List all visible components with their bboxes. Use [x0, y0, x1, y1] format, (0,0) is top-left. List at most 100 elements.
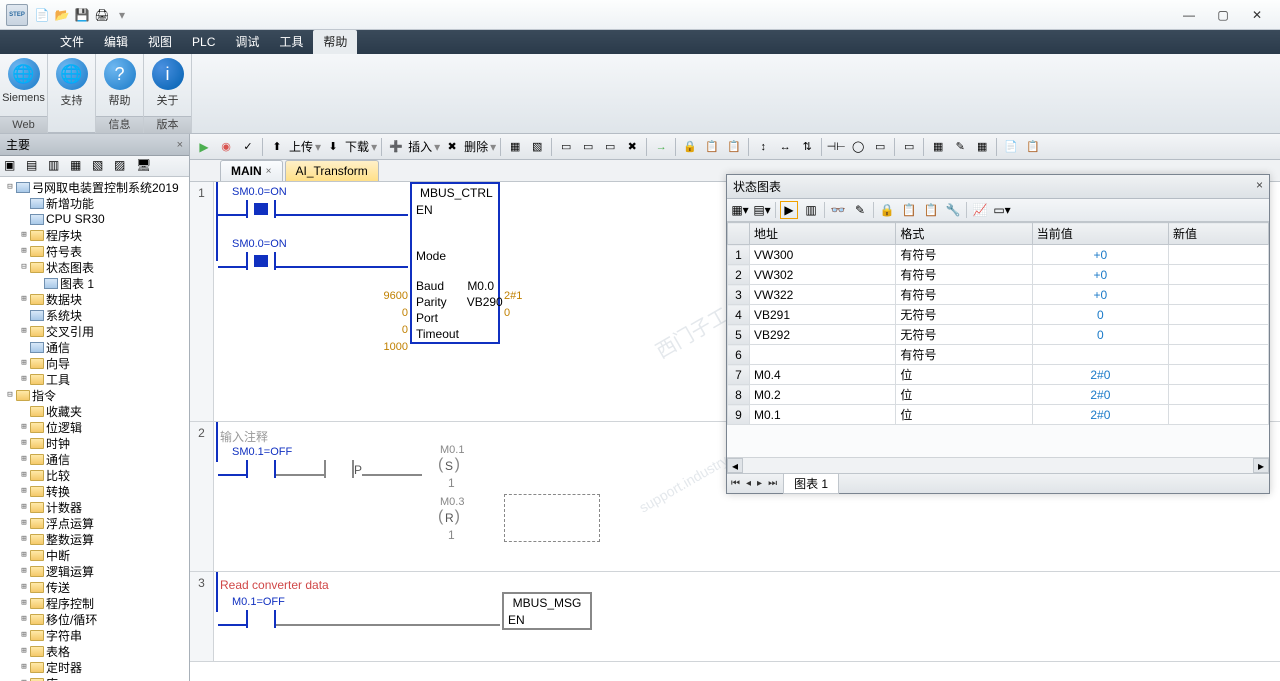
- col-format[interactable]: 格式: [896, 223, 1032, 245]
- tree-node[interactable]: ⊞整数运算: [0, 531, 189, 547]
- cell-address[interactable]: M0.4: [750, 365, 896, 385]
- cell-new[interactable]: [1169, 265, 1269, 285]
- tree-node[interactable]: ⊞传送: [0, 579, 189, 595]
- cell-new[interactable]: [1169, 385, 1269, 405]
- tree-expander-icon[interactable]: ⊞: [18, 598, 30, 608]
- tree-node[interactable]: ⊞转换: [0, 483, 189, 499]
- cell-address[interactable]: M0.1: [750, 405, 896, 425]
- cell-format[interactable]: 无符号: [896, 325, 1032, 345]
- ribbon-support[interactable]: 🌐 支持: [48, 54, 96, 133]
- table-row[interactable]: 4VB291无符号0: [728, 305, 1269, 325]
- instruction-mbus-ctrl[interactable]: MBUS_CTRL EN Mode BaudM0.0 ParityVB290 P…: [410, 182, 500, 344]
- toolbar-icon[interactable]: ▧: [527, 137, 547, 157]
- cell-format[interactable]: 位: [896, 405, 1032, 425]
- download-button[interactable]: ⬇: [323, 137, 343, 157]
- tree-node[interactable]: ⊞库: [0, 675, 189, 681]
- tree-node[interactable]: ⊞工具: [0, 371, 189, 387]
- ribbon-about[interactable]: i 关于 版本: [144, 54, 192, 133]
- tree-node[interactable]: ⊟状态图表: [0, 259, 189, 275]
- tree-expander-icon[interactable]: ·: [18, 342, 30, 352]
- delete-button[interactable]: ✖: [442, 137, 462, 157]
- save-icon[interactable]: 💾: [74, 7, 90, 23]
- tab-ai-transform[interactable]: AI_Transform: [285, 160, 379, 181]
- coil-reset[interactable]: R: [438, 510, 460, 528]
- tree-expander-icon[interactable]: ⊞: [18, 230, 30, 240]
- toolbar-icon[interactable]: ▦: [928, 137, 948, 157]
- col-new[interactable]: 新值: [1169, 223, 1269, 245]
- tree-node[interactable]: ·图表 1: [0, 275, 189, 291]
- toolbar-icon[interactable]: 📋: [900, 201, 918, 219]
- table-row[interactable]: 6有符号: [728, 345, 1269, 365]
- nav-last-icon[interactable]: ⏭: [768, 478, 777, 489]
- tree-node[interactable]: ⊞浮点运算: [0, 515, 189, 531]
- toolbar-icon[interactable]: 🔒: [878, 201, 896, 219]
- contact[interactable]: [246, 252, 276, 270]
- toolbar-icon[interactable]: 📋: [922, 201, 940, 219]
- close-button[interactable]: ✕: [1240, 4, 1274, 26]
- col-address[interactable]: 地址: [750, 223, 896, 245]
- cell-address[interactable]: VW302: [750, 265, 896, 285]
- tree-expander-icon[interactable]: ⊞: [18, 550, 30, 560]
- tree-node[interactable]: ⊞比较: [0, 467, 189, 483]
- nav-first-icon[interactable]: ⏮: [731, 478, 740, 489]
- tree-node[interactable]: ⊞移位/循环: [0, 611, 189, 627]
- nav-next-icon[interactable]: ▸: [757, 478, 762, 489]
- tree-node[interactable]: ⊞计数器: [0, 499, 189, 515]
- toolbar-icon[interactable]: ⊣⊢: [826, 137, 846, 157]
- new-icon[interactable]: 📄: [34, 7, 50, 23]
- menu-help[interactable]: 帮助: [313, 30, 357, 54]
- menu-tools[interactable]: 工具: [269, 30, 313, 54]
- toolbar-icon[interactable]: ▥: [802, 201, 820, 219]
- toolbar-icon[interactable]: ↔: [775, 137, 795, 157]
- toolbar-icon[interactable]: ◯: [848, 137, 868, 157]
- tree-expander-icon[interactable]: ·: [32, 278, 44, 288]
- col-current[interactable]: 当前值: [1032, 223, 1168, 245]
- toolbar-icon[interactable]: ▭: [600, 137, 620, 157]
- toolbar-icon[interactable]: 📋: [1023, 137, 1043, 157]
- upload-button[interactable]: ⬆: [267, 137, 287, 157]
- horizontal-scrollbar[interactable]: ◂ ▸: [727, 457, 1269, 473]
- tree-node[interactable]: ⊞表格: [0, 643, 189, 659]
- ribbon-siemens[interactable]: 🌐 Siemens Web: [0, 54, 48, 133]
- tree-expander-icon[interactable]: ⊞: [18, 502, 30, 512]
- toolbar-icon[interactable]: 📋: [702, 137, 722, 157]
- panel-titlebar[interactable]: 状态图表 ×: [727, 175, 1269, 199]
- tree-node[interactable]: ⊞符号表: [0, 243, 189, 259]
- contact[interactable]: [246, 460, 276, 478]
- tree-node[interactable]: ⊟弓网取电装置控制系统2019: [0, 179, 189, 195]
- cell-new[interactable]: [1169, 345, 1269, 365]
- cell-format[interactable]: 有符号: [896, 285, 1032, 305]
- toolbar-icon[interactable]: 📋: [724, 137, 744, 157]
- empty-placeholder[interactable]: [504, 494, 600, 542]
- instruction-mbus-msg[interactable]: MBUS_MSG EN: [502, 592, 592, 630]
- cell-format[interactable]: 有符号: [896, 345, 1032, 365]
- rung-comment[interactable]: Read converter data: [220, 576, 1274, 596]
- toolbar-icon[interactable]: 📈: [971, 201, 989, 219]
- compile-button[interactable]: ✓: [238, 137, 258, 157]
- cell-format[interactable]: 有符号: [896, 245, 1032, 265]
- tree-node[interactable]: ·CPU SR30: [0, 211, 189, 227]
- tree-tool-icon[interactable]: ▦: [70, 158, 86, 174]
- cell-new[interactable]: [1169, 305, 1269, 325]
- toolbar-icon[interactable]: ✎: [851, 201, 869, 219]
- run-button[interactable]: ▶: [194, 137, 214, 157]
- tree-expander-icon[interactable]: ·: [18, 406, 30, 416]
- tree-expander-icon[interactable]: ⊞: [18, 454, 30, 464]
- p-contact[interactable]: [324, 460, 354, 478]
- menu-debug[interactable]: 调试: [225, 30, 269, 54]
- toolbar-icon[interactable]: ▶: [780, 201, 798, 219]
- tree-node[interactable]: ·新增功能: [0, 195, 189, 211]
- tree-node[interactable]: ⊞时钟: [0, 435, 189, 451]
- tab-close-icon[interactable]: ×: [266, 166, 272, 177]
- tree-node[interactable]: ·收藏夹: [0, 403, 189, 419]
- cell-format[interactable]: 无符号: [896, 305, 1032, 325]
- table-row[interactable]: 7M0.4位2#0: [728, 365, 1269, 385]
- tree-expander-icon[interactable]: ⊞: [18, 518, 30, 528]
- stop-button[interactable]: ◉: [216, 137, 236, 157]
- tree-expander-icon[interactable]: ⊞: [18, 470, 30, 480]
- insert-button[interactable]: ➕: [386, 137, 406, 157]
- cell-address[interactable]: VW300: [750, 245, 896, 265]
- tree-expander-icon[interactable]: ·: [18, 214, 30, 224]
- tree-node[interactable]: ⊞逻辑运算: [0, 563, 189, 579]
- toolbar-icon[interactable]: ▦: [972, 137, 992, 157]
